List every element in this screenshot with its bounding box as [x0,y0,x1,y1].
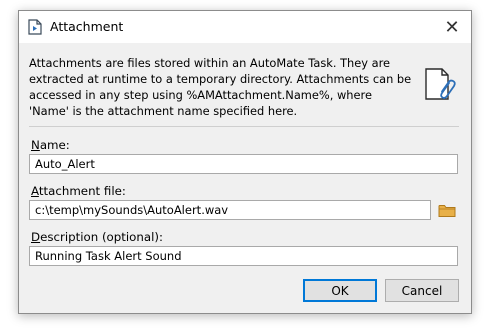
title-bar: Attachment ✕ [19,11,471,43]
browse-button[interactable] [436,200,458,220]
attachment-file-label: Attachment file: [31,184,126,198]
window-title: Attachment [50,19,124,34]
cancel-button[interactable]: Cancel [385,279,459,302]
paperclip-document-icon [425,68,456,100]
description-text: Attachments are files stored within an A… [29,56,412,118]
ok-button[interactable]: OK [303,279,377,302]
attachment-doc-icon [28,19,42,35]
name-input[interactable]: Auto_Alert [29,154,458,174]
attachment-dialog: Attachment ✕ Attachments are files store… [18,10,472,314]
close-icon: ✕ [444,16,460,38]
description-input[interactable]: Running Task Alert Sound [29,246,458,266]
close-button[interactable]: ✕ [433,11,471,43]
folder-icon [438,204,456,217]
attachment-file-input[interactable]: c:\temp\mySounds\AutoAlert.wav [29,200,431,220]
separator [29,126,459,127]
name-label: Name: [31,138,70,152]
description-label: Description (optional): [31,230,163,244]
